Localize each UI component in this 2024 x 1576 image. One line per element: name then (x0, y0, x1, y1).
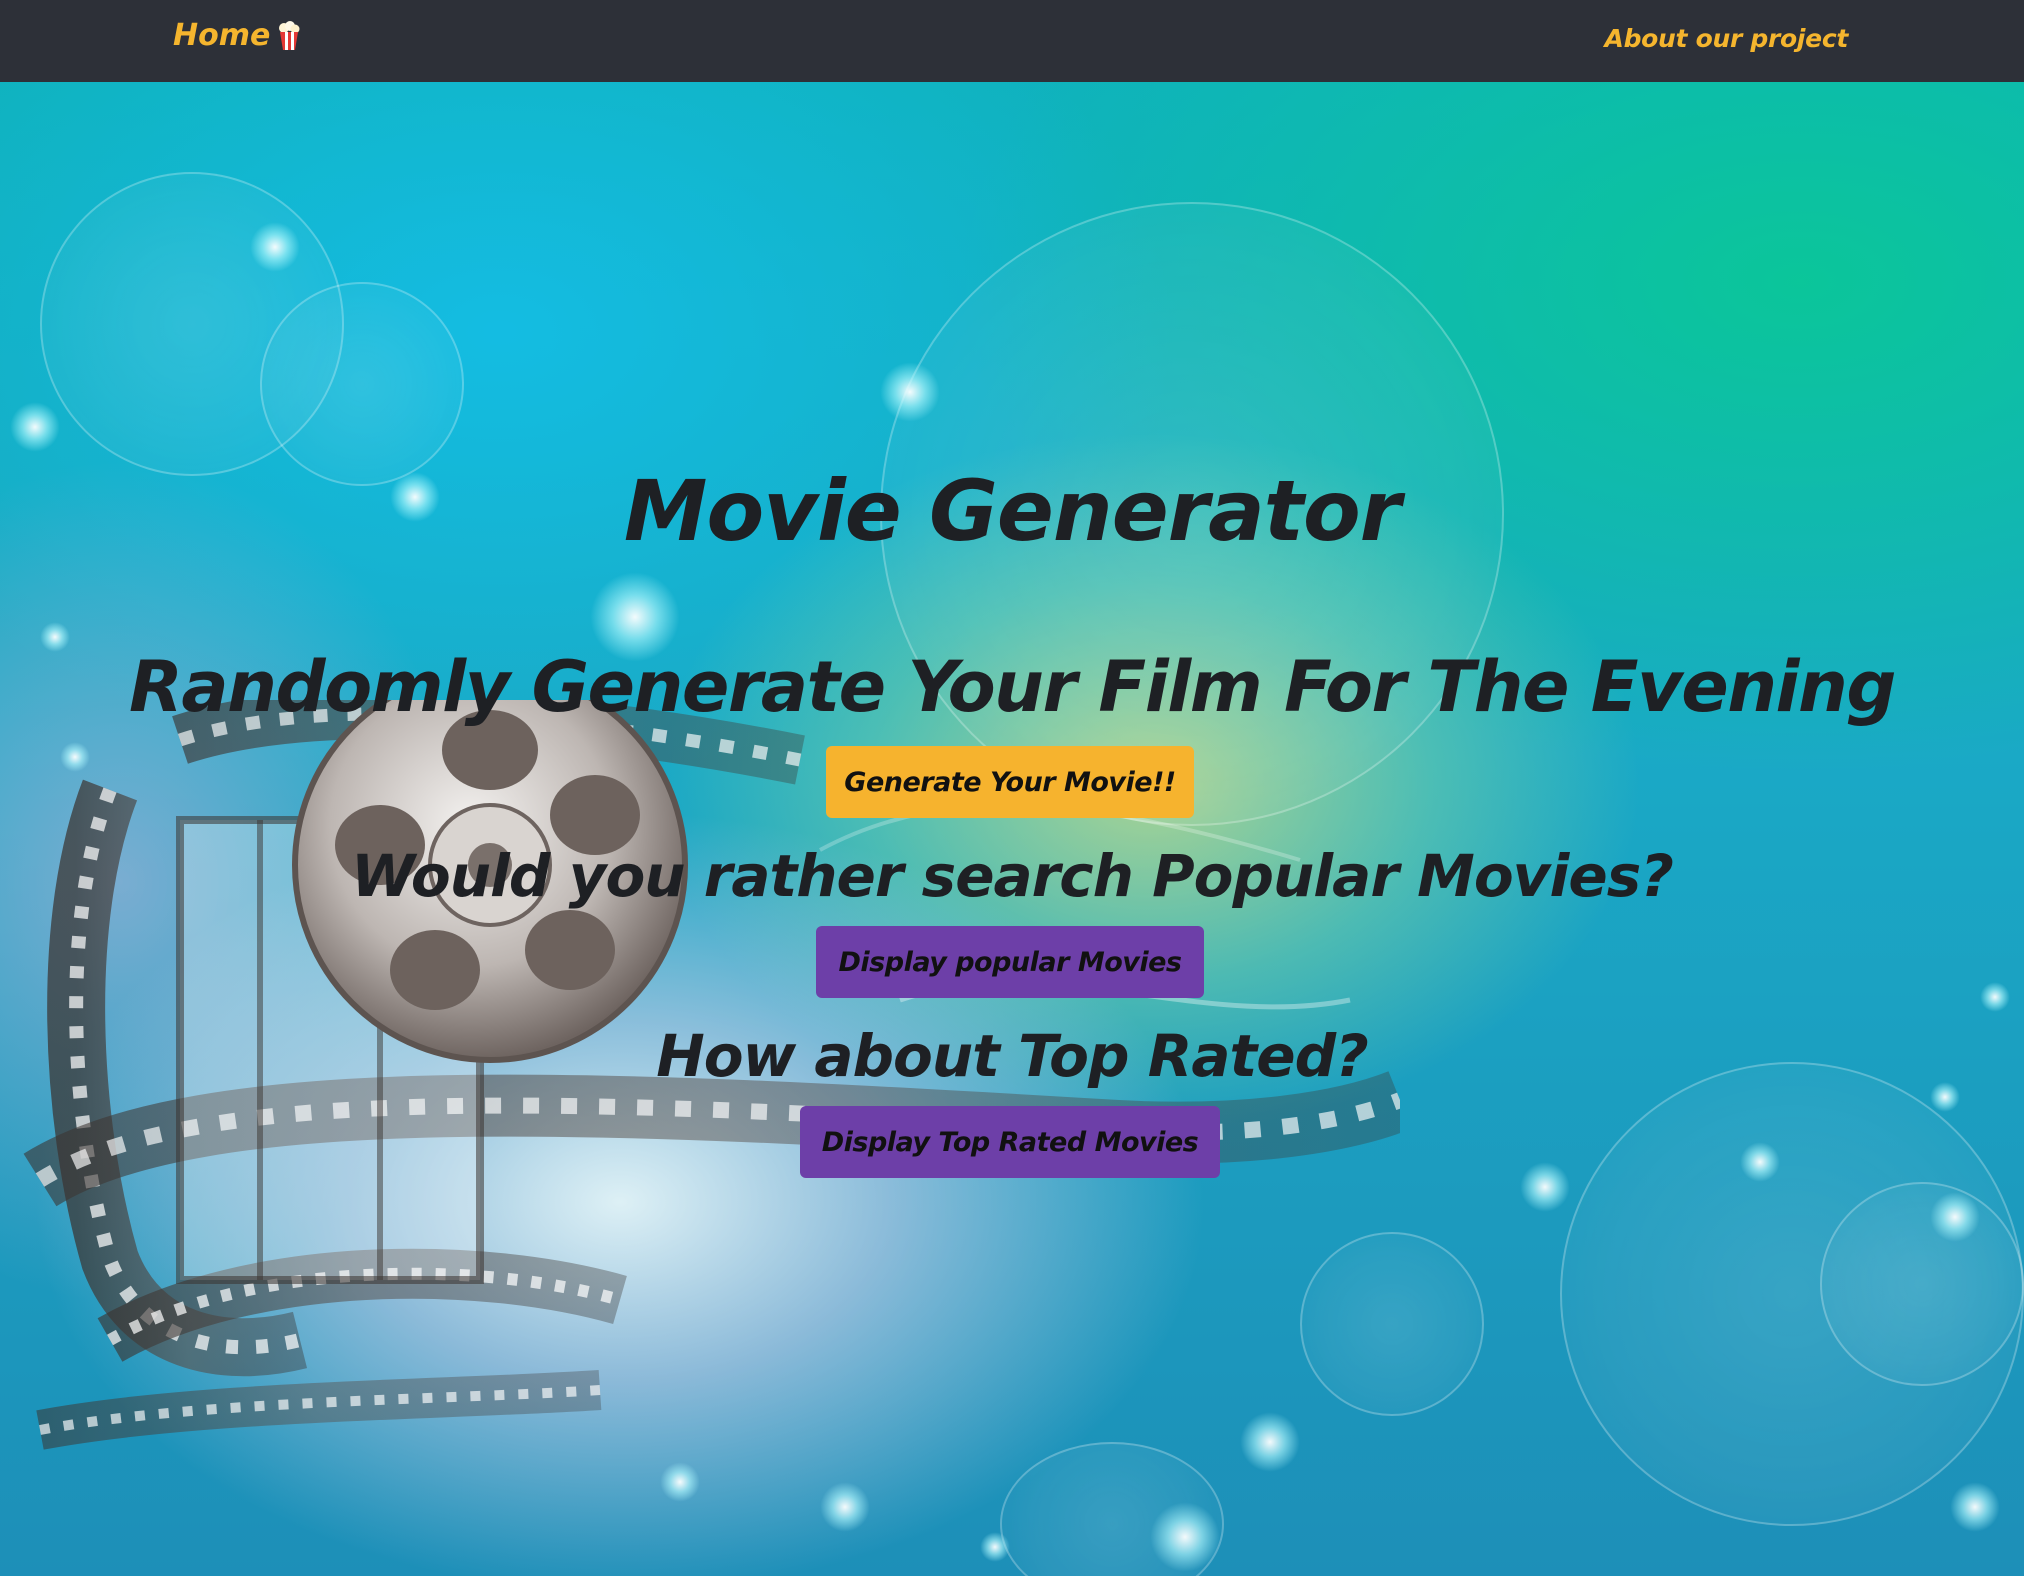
toprated-heading: How about Top Rated? (656, 1022, 1369, 1090)
popular-heading: Would you rather search Popular Movies? (351, 842, 1674, 910)
top-navbar: Home About our project (0, 0, 2024, 82)
main-content: Movie Generator Randomly Generate Your F… (0, 0, 2024, 1576)
display-toprated-button[interactable]: Display Top Rated Movies (800, 1106, 1220, 1178)
nav-about-link[interactable]: About our project (1605, 24, 1849, 53)
page-title: Movie Generator (623, 462, 1401, 560)
popcorn-icon (278, 20, 300, 51)
display-popular-button[interactable]: Display popular Movies (816, 926, 1204, 998)
app-root: Home About our project Movie Generator R… (0, 0, 2024, 1576)
nav-home-label: Home (173, 18, 271, 53)
nav-home-link[interactable]: Home (173, 18, 300, 53)
page-subtitle: Randomly Generate Your Film For The Even… (129, 646, 1897, 728)
generate-movie-button[interactable]: Generate Your Movie!! (826, 746, 1194, 818)
